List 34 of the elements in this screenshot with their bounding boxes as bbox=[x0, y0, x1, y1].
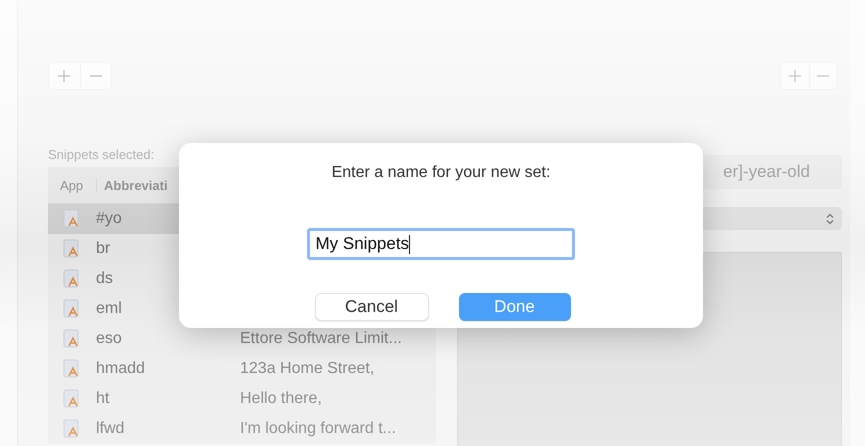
table-cell-text: ds bbox=[96, 270, 114, 288]
field-value: er]-year-old bbox=[723, 162, 810, 182]
table-cell-text: I'm looking forward t... bbox=[239, 420, 397, 438]
chevron-icon bbox=[826, 212, 834, 224]
plus-icon bbox=[788, 70, 801, 82]
selection-count-label: Snippets selected: bbox=[48, 147, 156, 164]
table-cell-text: 123a Home Street, bbox=[239, 360, 376, 378]
table-cell-text: Hello there, bbox=[239, 390, 323, 408]
done-button[interactable]: Done bbox=[458, 293, 570, 321]
table-cell-text: Ettore Software Limit... bbox=[239, 330, 403, 348]
table-cell-text: #yo bbox=[96, 210, 123, 228]
app-icon bbox=[63, 239, 81, 259]
text-cursor bbox=[409, 234, 410, 254]
column-header[interactable]: App bbox=[48, 178, 97, 192]
minus-icon bbox=[90, 75, 102, 77]
cancel-button[interactable]: Cancel bbox=[314, 293, 428, 321]
app-icon bbox=[63, 299, 81, 319]
table-cell-text: lfwd bbox=[96, 420, 126, 438]
table-cell-text: hmadd bbox=[96, 360, 146, 378]
table-cell-text: eml bbox=[96, 300, 123, 318]
app-icon bbox=[63, 209, 81, 229]
plus-icon bbox=[58, 70, 70, 82]
app-icon bbox=[63, 419, 81, 439]
app-icon bbox=[63, 269, 81, 289]
name-field[interactable]: My Snippets bbox=[306, 228, 574, 260]
dialog-title: Enter a name for your new set: bbox=[332, 164, 550, 183]
table-cell-text: eso bbox=[96, 330, 123, 348]
app-icon bbox=[63, 359, 81, 379]
app-icon bbox=[63, 389, 81, 409]
column-header[interactable]: Abbreviati bbox=[97, 178, 168, 192]
minus-icon bbox=[817, 75, 830, 77]
table-cell-text: br bbox=[96, 240, 112, 258]
app-icon bbox=[63, 329, 81, 349]
table-cell-text: ht bbox=[96, 390, 110, 408]
